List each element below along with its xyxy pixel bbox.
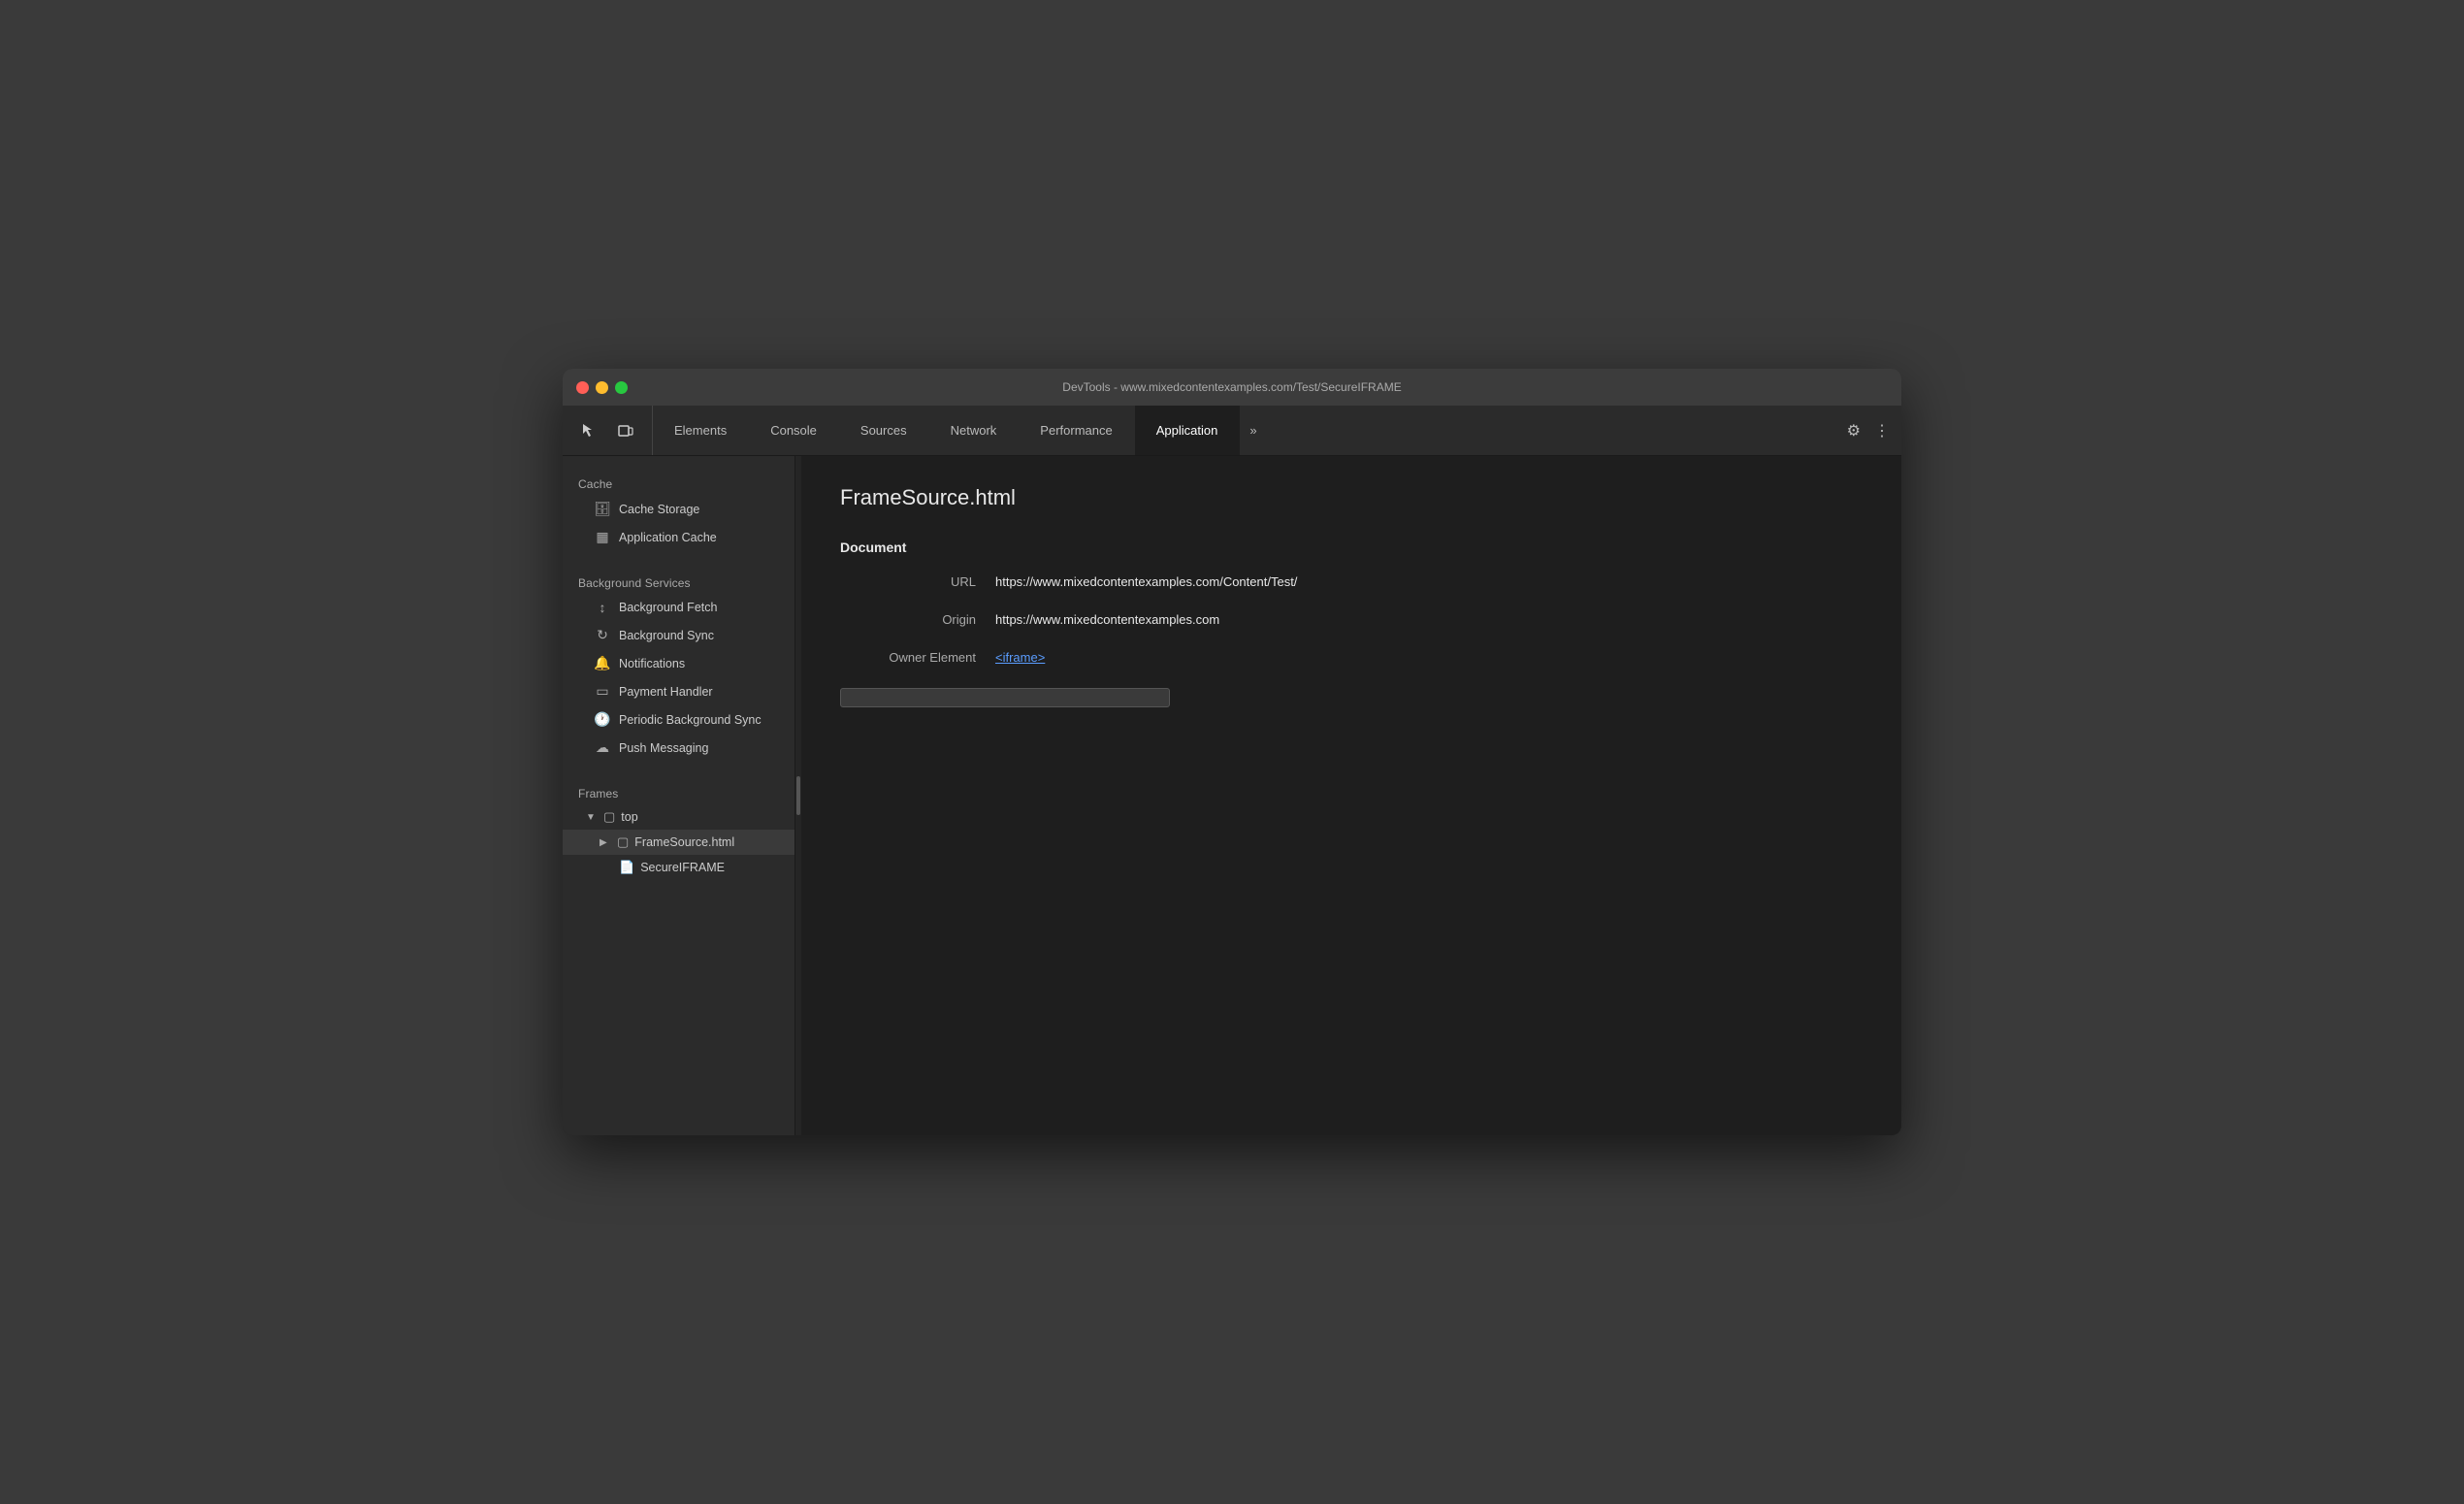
owner-element-label: Owner Element <box>840 650 995 665</box>
divider-handle <box>796 776 800 815</box>
document-section-header: Document <box>840 539 1863 555</box>
periodic-bg-sync-icon: 🕐 <box>594 711 611 728</box>
origin-row: Origin https://www.mixedcontentexamples.… <box>840 612 1863 627</box>
sidebar-item-push-messaging[interactable]: ☁ Push Messaging <box>563 734 794 762</box>
chevron-down-icon: ▼ <box>586 812 598 823</box>
frames-section-label: Frames <box>563 777 794 804</box>
frame-top-icon: ▢ <box>603 809 615 825</box>
toolbar-icons <box>563 406 653 455</box>
traffic-lights <box>576 381 628 394</box>
sidebar-item-periodic-bg-sync[interactable]: 🕐 Periodic Background Sync <box>563 705 794 734</box>
devtools-window: DevTools - www.mixedcontentexamples.com/… <box>563 369 1901 1135</box>
sidebar-item-cache-storage[interactable]: 🗄 Cache Storage <box>563 495 794 523</box>
chevron-right-icon: ▶ <box>600 837 611 848</box>
push-messaging-icon: ☁ <box>594 739 611 756</box>
owner-element-value[interactable]: <iframe> <box>995 650 1045 665</box>
tab-performance[interactable]: Performance <box>1019 406 1134 455</box>
filter-area <box>840 688 1863 707</box>
sidebar-divider[interactable] <box>795 456 801 1135</box>
minimize-button[interactable] <box>596 381 608 394</box>
sidebar-item-payment-handler[interactable]: ▭ Payment Handler <box>563 677 794 705</box>
bg-fetch-icon: ↕ <box>594 600 611 615</box>
bg-sync-icon: ↻ <box>594 627 611 643</box>
tab-overflow[interactable]: » <box>1240 406 1266 455</box>
payment-handler-icon: ▭ <box>594 683 611 700</box>
sidebar-item-app-cache[interactable]: ▦ Application Cache <box>563 523 794 551</box>
notifications-icon: 🔔 <box>594 655 611 671</box>
secure-iframe[interactable]: 📄 SecureIFRAME <box>563 855 794 880</box>
url-label: URL <box>840 574 995 589</box>
owner-element-row: Owner Element <iframe> <box>840 650 1863 665</box>
more-icon[interactable]: ⋮ <box>1874 421 1890 441</box>
toolbar-right: ⚙ ⋮ <box>1835 406 1901 455</box>
tab-application[interactable]: Application <box>1135 406 1241 455</box>
page-title: FrameSource.html <box>840 485 1863 510</box>
origin-label: Origin <box>840 612 995 627</box>
sidebar: Cache 🗄 Cache Storage ▦ Application Cach… <box>563 456 795 1135</box>
tab-network[interactable]: Network <box>929 406 1020 455</box>
bg-services-section-label: Background Services <box>563 567 794 594</box>
sidebar-item-bg-fetch[interactable]: ↕ Background Fetch <box>563 594 794 621</box>
main-content: Cache 🗄 Cache Storage ▦ Application Cach… <box>563 456 1901 1135</box>
tab-console[interactable]: Console <box>749 406 839 455</box>
tab-bar: Elements Console Sources Network Perform… <box>653 406 1835 455</box>
origin-value: https://www.mixedcontentexamples.com <box>995 612 1219 627</box>
cache-section-label: Cache <box>563 468 794 495</box>
title-bar: DevTools - www.mixedcontentexamples.com/… <box>563 369 1901 406</box>
frame-top[interactable]: ▼ ▢ top <box>563 804 794 830</box>
filter-input[interactable] <box>840 688 1170 707</box>
sidebar-item-notifications[interactable]: 🔔 Notifications <box>563 649 794 677</box>
frame-source-html[interactable]: ▶ ▢ FrameSource.html <box>563 830 794 855</box>
tab-elements[interactable]: Elements <box>653 406 749 455</box>
toolbar: Elements Console Sources Network Perform… <box>563 406 1901 456</box>
settings-icon[interactable]: ⚙ <box>1847 421 1861 441</box>
tab-sources[interactable]: Sources <box>839 406 929 455</box>
sidebar-item-bg-sync[interactable]: ↻ Background Sync <box>563 621 794 649</box>
url-value: https://www.mixedcontentexamples.com/Con… <box>995 574 1297 589</box>
maximize-button[interactable] <box>615 381 628 394</box>
close-button[interactable] <box>576 381 589 394</box>
frame-source-icon: ▢ <box>617 834 629 850</box>
window-title: DevTools - www.mixedcontentexamples.com/… <box>1062 380 1401 394</box>
url-row: URL https://www.mixedcontentexamples.com… <box>840 574 1863 589</box>
main-panel: FrameSource.html Document URL https://ww… <box>801 456 1901 1135</box>
cache-storage-icon: 🗄 <box>594 501 611 517</box>
device-toggle-icon[interactable] <box>611 416 640 445</box>
app-cache-icon: ▦ <box>594 529 611 545</box>
secure-iframe-icon: 📄 <box>619 860 634 875</box>
inspect-icon[interactable] <box>574 416 603 445</box>
